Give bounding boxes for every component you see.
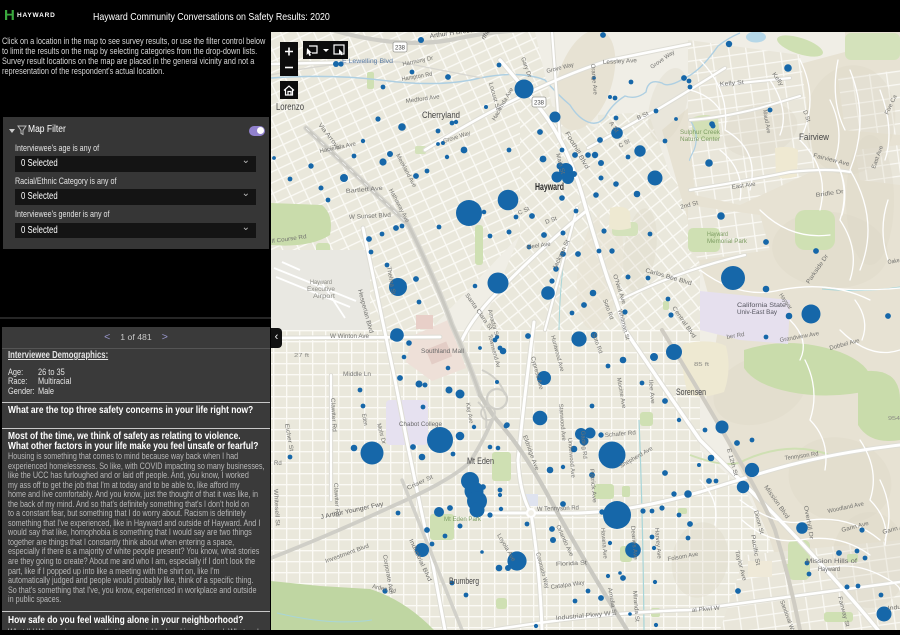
svg-text:Middle Ln: Middle Ln xyxy=(343,372,371,378)
svg-text:Lorenzo: Lorenzo xyxy=(276,102,304,113)
svg-text:Hayward: Hayward xyxy=(535,181,564,193)
svg-text:Brumberg: Brumberg xyxy=(449,576,479,587)
svg-text:238: 238 xyxy=(534,101,545,107)
svg-text:W Tennyson Rd: W Tennyson Rd xyxy=(537,505,580,513)
svg-text:Cherryland: Cherryland xyxy=(422,110,460,121)
svg-text:Fairview: Fairview xyxy=(799,132,829,143)
svg-text:Hayward: Hayward xyxy=(310,279,332,286)
svg-text:238: 238 xyxy=(395,46,406,52)
svg-text:Mt Eden: Mt Eden xyxy=(467,456,494,467)
svg-text:Univ-East Bay: Univ-East Bay xyxy=(737,310,777,316)
svg-text:E Lewelling Blvd: E Lewelling Blvd xyxy=(342,58,394,65)
svg-text:954 ft: 954 ft xyxy=(888,416,900,422)
svg-text:Airport: Airport xyxy=(313,293,335,300)
svg-text:Executive: Executive xyxy=(307,286,336,293)
svg-text:Industr: Industr xyxy=(888,604,900,612)
svg-text:Rd: Rd xyxy=(274,461,282,467)
svg-text:Hayward: Hayward xyxy=(707,232,728,238)
svg-text:W Winton Ave: W Winton Ave xyxy=(330,333,369,340)
svg-text:85 ft: 85 ft xyxy=(694,362,710,368)
svg-text:Memorial Park: Memorial Park xyxy=(707,239,748,245)
svg-text:Southland Mall: Southland Mall xyxy=(421,349,464,355)
svg-text:Chabot College: Chabot College xyxy=(399,422,443,428)
svg-text:Nature Center: Nature Center xyxy=(680,137,720,143)
svg-text:Mt Eden Park: Mt Eden Park xyxy=(444,517,482,523)
svg-text:Sulphur Creek: Sulphur Creek xyxy=(680,130,721,136)
svg-text:Mission Hills of: Mission Hills of xyxy=(806,558,857,565)
svg-text:Hayward: Hayward xyxy=(818,566,840,573)
svg-text:California State: California State xyxy=(737,303,787,309)
svg-text:27 ft: 27 ft xyxy=(294,353,310,359)
svg-text:Sorensen: Sorensen xyxy=(676,387,706,398)
